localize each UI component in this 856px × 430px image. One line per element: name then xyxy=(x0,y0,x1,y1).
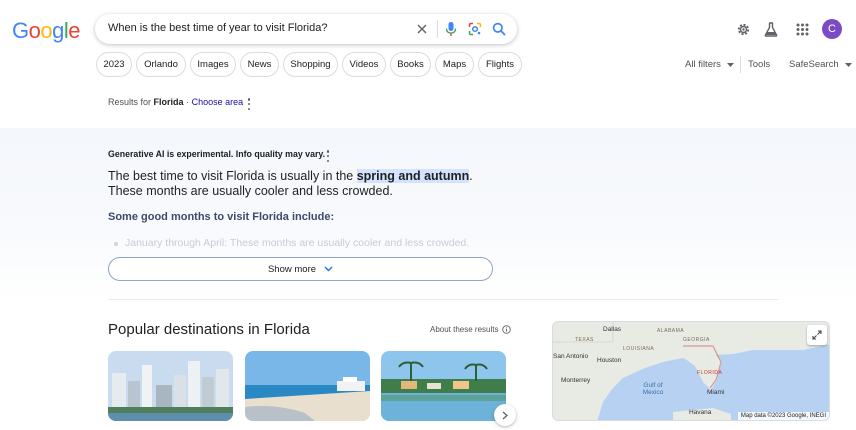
chevron-down-icon xyxy=(324,266,333,272)
about-label: About these results xyxy=(430,325,499,334)
chip-books[interactable]: Books xyxy=(390,52,431,77)
map-expand-button[interactable] xyxy=(807,325,827,345)
search-input[interactable]: When is the best time of year to visit F… xyxy=(108,22,327,34)
search-box[interactable]: When is the best time of year to visit F… xyxy=(95,14,517,44)
logo-letter: o xyxy=(28,18,41,43)
map-state-louisiana: LOUISIANA xyxy=(623,346,655,352)
google-logo[interactable]: Google xyxy=(12,18,81,44)
clear-icon[interactable] xyxy=(413,20,431,38)
results-for-prefix: Results for xyxy=(108,97,152,107)
safesearch-label: SafeSearch xyxy=(789,59,839,70)
map-state-florida: FLORIDA xyxy=(697,370,723,376)
search-results-page: Google When is the best time of year to … xyxy=(0,0,856,430)
microphone-icon[interactable] xyxy=(442,20,460,38)
expand-icon xyxy=(812,330,822,340)
chip-orlando[interactable]: Orlando xyxy=(136,52,186,77)
account-avatar[interactable]: C xyxy=(822,19,842,39)
logo-letter: g xyxy=(52,18,64,43)
search-icon[interactable] xyxy=(490,20,508,38)
search-divider xyxy=(437,20,438,38)
map-city-dallas: Dallas xyxy=(603,326,622,333)
popular-destinations-title: Popular destinations in Florida xyxy=(108,321,310,338)
map-state-georgia: GEORGIA xyxy=(683,337,710,343)
caret-down-icon xyxy=(726,62,734,67)
chip-shopping[interactable]: Shopping xyxy=(283,52,338,77)
chip-maps[interactable]: Maps xyxy=(435,52,474,77)
carousel-next-button[interactable] xyxy=(494,404,516,426)
ai-subheading: Some good months to visit Florida includ… xyxy=(108,211,335,223)
city-skyline-image xyxy=(108,351,233,421)
logo-letter: G xyxy=(12,18,29,43)
ai-disclaimer: Generative AI is experimental. Info qual… xyxy=(108,149,326,159)
results-for-separator: · xyxy=(186,97,190,107)
show-more-button[interactable]: Show more xyxy=(108,257,493,281)
map-water-gulf: Gulf of Mexico xyxy=(642,382,664,396)
map-city-monterrey: Monterrey xyxy=(561,377,591,384)
settings-gear-icon[interactable] xyxy=(734,20,752,38)
ai-answer-text: The best time to visit Florida is usuall… xyxy=(108,169,488,199)
logo-letter: e xyxy=(68,18,81,43)
map-city-havana: Havana xyxy=(689,409,712,416)
show-more-label: Show more xyxy=(267,263,317,275)
tropical-waterfront-image xyxy=(381,351,506,421)
apps-grid-icon[interactable] xyxy=(793,20,811,38)
safesearch-dropdown[interactable]: SafeSearch xyxy=(789,59,852,70)
section-divider xyxy=(108,299,778,300)
ai-faded-list-item: January through April: These months are … xyxy=(125,237,470,249)
labs-flask-icon[interactable] xyxy=(762,20,780,38)
about-these-results-link[interactable]: About these results xyxy=(430,325,512,334)
chip-news[interactable]: News xyxy=(240,52,279,77)
beach-image xyxy=(245,351,370,421)
chip-videos[interactable]: Videos xyxy=(342,52,386,77)
all-filters-dropdown[interactable]: All filters xyxy=(685,59,734,70)
tools-button[interactable]: Tools xyxy=(748,59,770,70)
results-for-line: Results for Florida · Choose area xyxy=(108,97,243,107)
map-preview[interactable]: Dallas Houston San Antonio Monterrey Mia… xyxy=(552,321,830,421)
map-copyright: Map data ©2023 Google, INEGI xyxy=(737,412,829,420)
results-for-place: Florida xyxy=(153,97,184,107)
list-bullet xyxy=(114,242,118,246)
choose-area-link[interactable]: Choose area xyxy=(192,97,244,107)
tools-label: Tools xyxy=(748,59,771,70)
destination-card-beach[interactable] xyxy=(245,351,370,421)
chip-images[interactable]: Images xyxy=(190,52,236,77)
map-city-houston: Houston xyxy=(597,357,622,364)
all-filters-label: All filters xyxy=(685,59,721,70)
logo-letter: o xyxy=(40,18,53,43)
ai-answer-highlight: spring and autumn xyxy=(356,169,470,183)
ai-more-options-icon[interactable] xyxy=(326,150,330,162)
chevron-right-icon xyxy=(502,410,508,420)
tools-divider xyxy=(740,56,741,73)
map-state-alabama: ALABAMA xyxy=(657,328,685,334)
caret-down-icon xyxy=(844,62,852,67)
info-icon xyxy=(502,325,512,334)
map-state-texas: TEXAS xyxy=(575,337,594,343)
chip-flights[interactable]: Flights xyxy=(478,52,522,77)
lens-icon[interactable] xyxy=(466,20,484,38)
destination-card-city[interactable] xyxy=(108,351,233,421)
map-city-miami: Miami xyxy=(707,389,725,396)
map-city-san-antonio: San Antonio xyxy=(553,353,589,360)
chip-2023[interactable]: 2023 xyxy=(96,52,132,77)
ai-answer-before: The best time to visit Florida is usuall… xyxy=(108,169,357,183)
more-options-icon[interactable] xyxy=(247,98,251,110)
destination-card-keys[interactable] xyxy=(381,351,506,421)
